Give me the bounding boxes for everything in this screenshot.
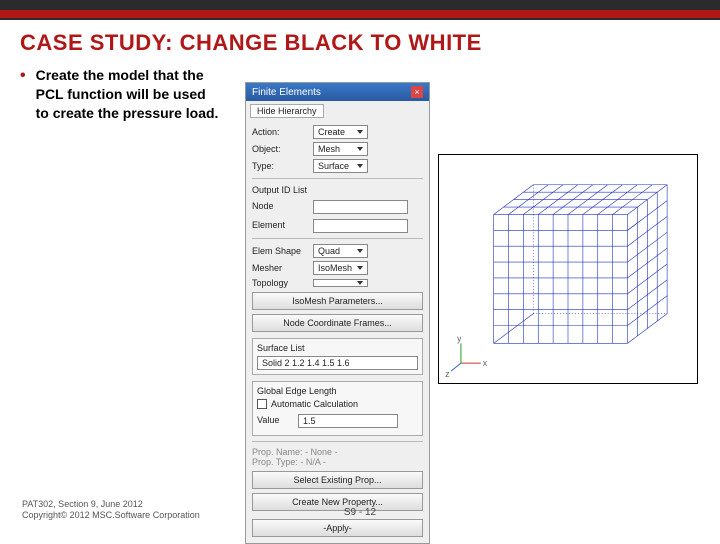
- dialog-title: Finite Elements: [252, 87, 321, 98]
- type-select[interactable]: Surface: [313, 159, 368, 173]
- surface-list-label: Surface List: [257, 343, 418, 353]
- bullet-marker: •: [20, 66, 26, 85]
- footer-line1: PAT302, Section 9, June 2012: [22, 499, 200, 511]
- element-label: Element: [252, 220, 307, 230]
- node-field[interactable]: [313, 200, 408, 214]
- node-label: Node: [252, 201, 307, 211]
- type-label: Type:: [252, 161, 307, 171]
- topology-select[interactable]: [313, 279, 368, 287]
- dialog-titlebar: Finite Elements ×: [246, 83, 429, 101]
- auto-calc-checkbox[interactable]: [257, 399, 267, 409]
- elem-shape-select[interactable]: Quad: [313, 244, 368, 258]
- edge-length-group: Global Edge Length Automatic Calculation…: [252, 381, 423, 436]
- footer-line2: Copyright© 2012 MSC.Software Corporation: [22, 510, 200, 522]
- output-ids-label: Output ID List: [252, 185, 423, 195]
- select-prop-button[interactable]: Select Existing Prop...: [252, 471, 423, 489]
- create-prop-button[interactable]: Create New Property...: [252, 493, 423, 511]
- element-field[interactable]: [313, 219, 408, 233]
- value-label: Value: [257, 415, 292, 425]
- prop-type-label: Prop. Type: - N/A -: [252, 457, 423, 467]
- chevron-down-icon: [357, 266, 363, 270]
- edge-length-title: Global Edge Length: [257, 386, 418, 396]
- bullet-text: Create the model that the PCL function w…: [36, 66, 220, 123]
- mesher-label: Mesher: [252, 263, 307, 273]
- surface-list-group: Surface List Solid 2 1.2 1.4 1.5 1.6: [252, 338, 423, 375]
- chevron-down-icon: [357, 164, 363, 168]
- object-select[interactable]: Mesh: [313, 142, 368, 156]
- dialog-tab[interactable]: Hide Hierarchy: [250, 104, 324, 118]
- iso-params-button[interactable]: IsoMesh Parameters...: [252, 292, 423, 310]
- svg-text:x: x: [483, 358, 488, 368]
- svg-text:z: z: [445, 369, 450, 379]
- prop-name-label: Prop. Name: - None -: [252, 447, 423, 457]
- chevron-down-icon: [357, 130, 363, 134]
- mesher-select[interactable]: IsoMesh: [313, 261, 368, 275]
- chevron-down-icon: [357, 147, 363, 151]
- chevron-down-icon: [357, 249, 363, 253]
- object-label: Object:: [252, 144, 307, 154]
- mesh-preview: x y z: [438, 154, 698, 384]
- svg-text:y: y: [457, 333, 462, 343]
- close-icon[interactable]: ×: [411, 86, 423, 98]
- elem-shape-label: Elem Shape: [252, 246, 307, 256]
- node-coord-button[interactable]: Node Coordinate Frames...: [252, 314, 423, 332]
- bullet-item: • Create the model that the PCL function…: [20, 66, 220, 123]
- action-label: Action:: [252, 127, 307, 137]
- page-title: CASE STUDY: CHANGE BLACK TO WHITE: [20, 30, 700, 56]
- page-number: S9 - 12: [344, 507, 376, 518]
- chevron-down-icon: [357, 281, 363, 285]
- finite-elements-dialog: Finite Elements × Hide Hierarchy Action:…: [245, 82, 430, 544]
- wireframe-icon: x y z: [439, 155, 697, 383]
- footer-credits: PAT302, Section 9, June 2012 Copyright© …: [22, 499, 200, 522]
- topology-label: Topology: [252, 278, 307, 288]
- auto-calc-label: Automatic Calculation: [271, 399, 358, 409]
- apply-button[interactable]: -Apply-: [252, 519, 423, 537]
- action-select[interactable]: Create: [313, 125, 368, 139]
- surface-list-field[interactable]: Solid 2 1.2 1.4 1.5 1.6: [257, 356, 418, 370]
- value-field[interactable]: 1.5: [298, 414, 398, 428]
